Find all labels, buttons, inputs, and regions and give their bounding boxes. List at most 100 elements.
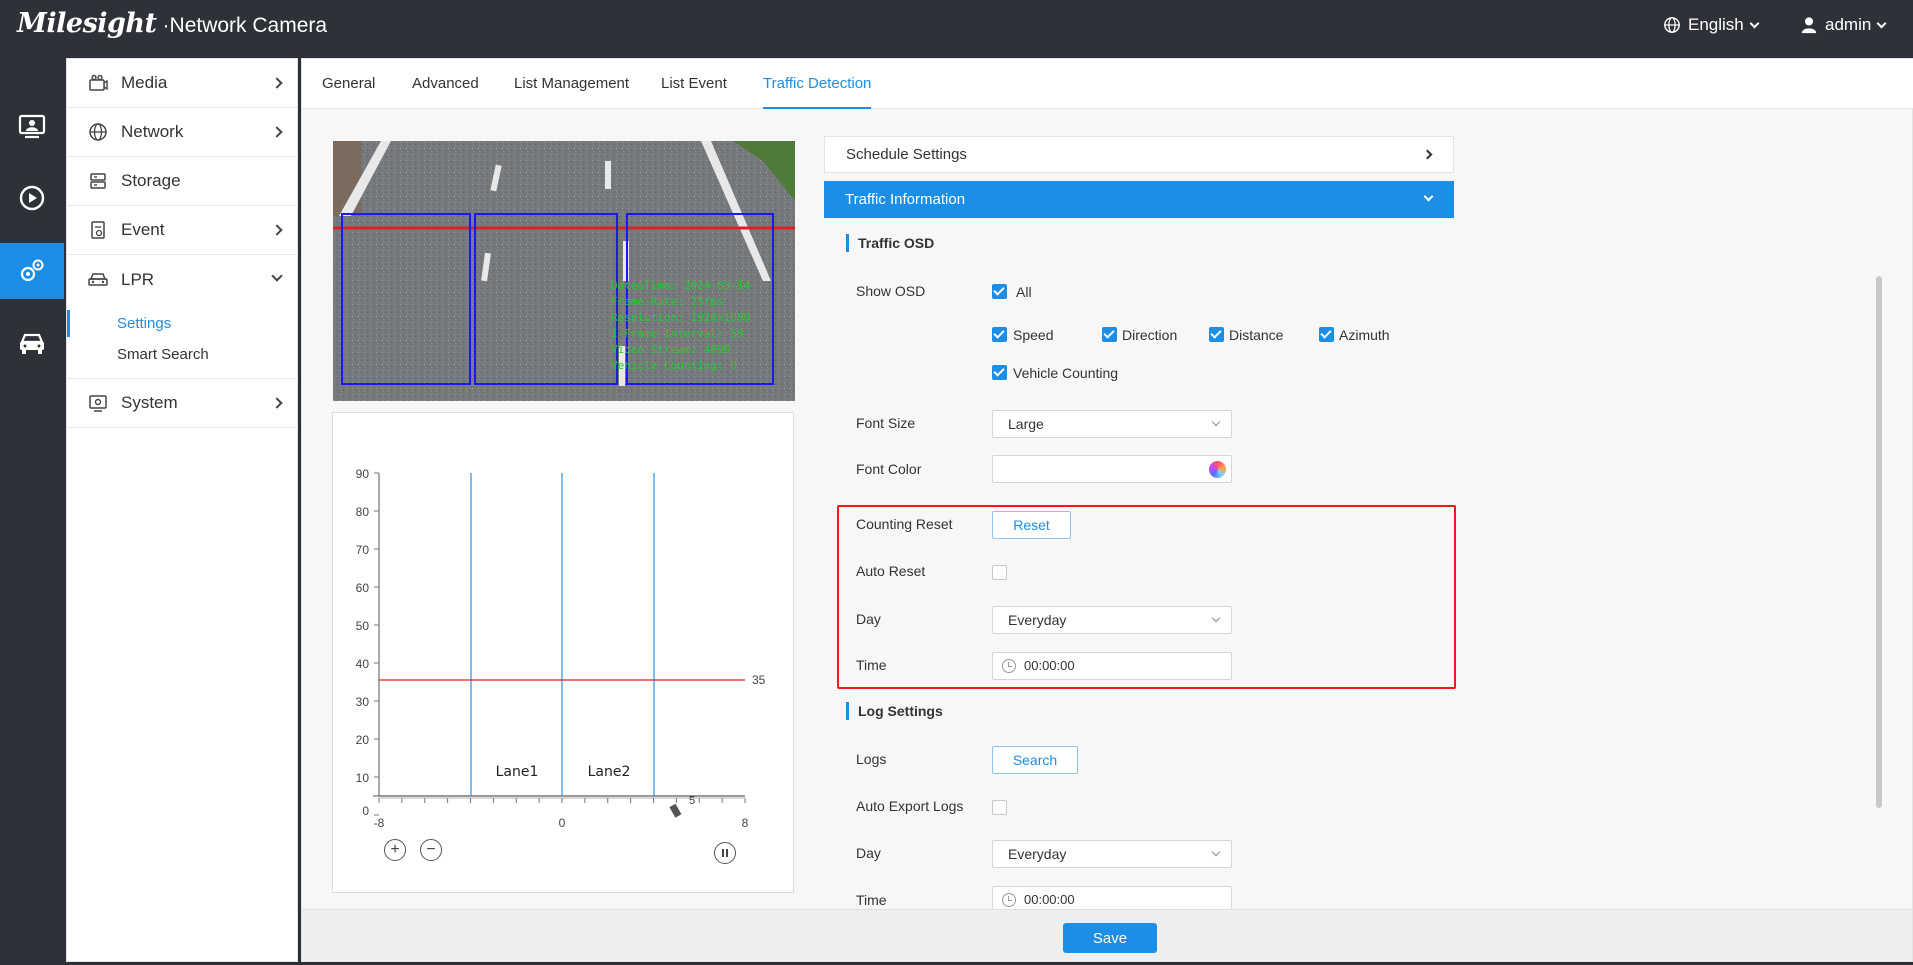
rail-live-view[interactable] — [0, 99, 64, 155]
language-label: English — [1688, 15, 1744, 34]
font-size-select[interactable]: Large — [992, 410, 1232, 438]
search-logs-button[interactable]: Search — [992, 746, 1078, 774]
y-tick-label: 50 — [356, 619, 370, 633]
panel-title: Schedule Settings — [846, 146, 967, 163]
sidebar-item-storage[interactable]: Storage — [67, 157, 297, 206]
clock-icon — [1002, 659, 1016, 673]
tab-list-event[interactable]: List Event — [661, 59, 727, 109]
osd-distance-checkbox[interactable] — [1209, 327, 1224, 342]
sidebar-subitem-smart-search[interactable]: Smart Search — [67, 339, 297, 370]
chevron-down-icon — [1749, 18, 1760, 28]
chevron-down-icon — [1211, 613, 1221, 623]
save-button[interactable]: Save — [1063, 923, 1157, 953]
log-day-value: Everyday — [1008, 846, 1067, 862]
settings-icon — [20, 259, 44, 282]
y-tick-label: 80 — [356, 505, 370, 519]
sidebar-subitem-settings[interactable]: Settings — [67, 308, 297, 339]
y-tick-label: 70 — [356, 543, 370, 557]
sidebar-item-media[interactable]: Media — [67, 59, 297, 108]
sidebar-item-network[interactable]: Network — [67, 108, 297, 157]
chevron-down-icon — [1211, 417, 1221, 427]
osd-azimuth-checkbox[interactable] — [1319, 327, 1334, 342]
counting-day-select[interactable]: Everyday — [992, 606, 1232, 634]
auto-reset-checkbox[interactable] — [992, 565, 1007, 580]
font-size-value: Large — [1008, 416, 1044, 432]
counting-time-value: 00:00:00 — [1024, 658, 1075, 673]
counting-time-input[interactable]: 00:00:00 — [992, 652, 1232, 680]
schedule-settings-header[interactable]: Schedule Settings — [824, 136, 1454, 173]
live-view-icon — [18, 114, 46, 139]
sidebar-item-event[interactable]: Event — [67, 206, 297, 255]
log-time-label: Time — [856, 892, 887, 908]
x-tick-label: 0 — [559, 816, 566, 830]
osd-vehicle-counting-checkbox[interactable] — [992, 365, 1007, 380]
sidebar-item-label: Event — [121, 220, 165, 239]
font-color-label: Font Color — [856, 461, 922, 477]
reset-button[interactable]: Reset — [992, 511, 1071, 539]
x-tick-label: -8 — [374, 816, 385, 830]
main-content: General Advanced List Management List Ev… — [301, 58, 1913, 962]
sidebar-item-system[interactable]: System — [67, 379, 297, 428]
font-color-picker[interactable] — [992, 455, 1232, 483]
zoom-out-icon[interactable]: − — [420, 839, 442, 861]
color-palette-icon[interactable] — [1209, 461, 1226, 478]
radar-marker — [669, 803, 682, 818]
tab-list-management[interactable]: List Management — [514, 59, 629, 109]
language-selector[interactable]: English — [1663, 15, 1760, 35]
radar-plot[interactable]: 90 80 70 60 50 40 30 20 10 0 -8 0 8 35 L… — [332, 412, 794, 893]
osd-all-checkbox[interactable] — [992, 284, 1007, 299]
zoom-in-icon[interactable]: + — [384, 839, 406, 861]
scrollbar[interactable] — [1876, 276, 1882, 808]
chevron-down-icon — [1211, 847, 1221, 857]
rail-settings[interactable] — [0, 243, 64, 299]
traffic-information-header[interactable]: Traffic Information — [824, 181, 1454, 218]
detection-line-value: 35 — [752, 673, 766, 687]
panel-title: Traffic Information — [845, 191, 966, 208]
auto-reset-label: Auto Reset — [856, 563, 926, 579]
sidebar-item-label: Network — [121, 122, 184, 141]
chevron-right-icon — [271, 77, 283, 89]
tab-general[interactable]: General — [322, 59, 375, 109]
sidebar-item-label: System — [121, 393, 178, 412]
counting-day-label: Day — [856, 611, 881, 627]
log-day-select[interactable]: Everyday — [992, 840, 1232, 868]
logs-label: Logs — [856, 751, 887, 767]
osd-speed-checkbox[interactable] — [992, 327, 1007, 342]
tab-advanced[interactable]: Advanced — [412, 59, 479, 109]
sidebar: Media Network Storage Event LPR Settings… — [66, 58, 298, 962]
brand-logo: Milesight — [17, 8, 157, 39]
chevron-right-icon — [271, 224, 283, 236]
auto-export-logs-checkbox[interactable] — [992, 800, 1007, 815]
rail-vehicle[interactable] — [0, 316, 64, 372]
chevron-down-icon — [1876, 18, 1887, 28]
tab-bar: General Advanced List Management List Ev… — [302, 59, 1913, 109]
user-menu[interactable]: admin — [1800, 15, 1887, 35]
traffic-osd-title: Traffic OSD — [846, 234, 934, 252]
footer-bar: Save — [302, 909, 1912, 961]
y-tick-label: 60 — [356, 581, 370, 595]
lane-label: Lane1 — [496, 764, 539, 780]
top-bar: Milesight ·Network Camera English admin — [0, 0, 1913, 55]
globe-icon — [1664, 17, 1680, 33]
tab-traffic-detection[interactable]: Traffic Detection — [763, 59, 872, 109]
sidebar-item-lpr[interactable]: LPR — [67, 255, 297, 304]
clock-icon — [1002, 893, 1016, 907]
video-preview[interactable]: Date&Time: 2024-03-14 Frame Rate: 25fps Re… — [333, 141, 795, 401]
osd-direction-checkbox[interactable] — [1102, 327, 1117, 342]
osd-all-label: All — [1016, 284, 1032, 300]
chevron-right-icon — [1422, 149, 1433, 160]
log-day-label: Day — [856, 845, 881, 861]
pause-icon[interactable] — [714, 842, 736, 864]
y-tick-label: 0 — [362, 804, 369, 818]
rail-playback[interactable] — [0, 170, 64, 226]
system-icon — [87, 392, 109, 414]
y-tick-label: 10 — [356, 771, 370, 785]
sidebar-item-label: Storage — [121, 171, 181, 190]
y-tick-label: 20 — [356, 733, 370, 747]
chevron-right-icon — [271, 397, 283, 409]
chevron-down-icon — [271, 270, 283, 282]
y-tick-label: 40 — [356, 657, 370, 671]
osd-direction-label: Direction — [1122, 327, 1178, 343]
lpr-submenu: Settings Smart Search — [67, 304, 297, 379]
car-icon — [87, 269, 109, 291]
